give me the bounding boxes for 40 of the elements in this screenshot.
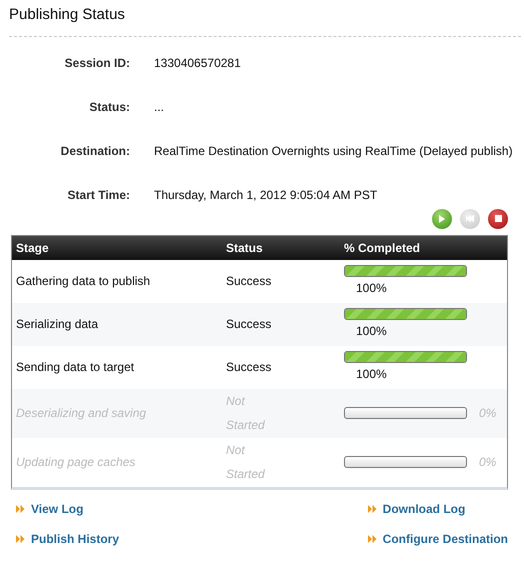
- table-cell-text: Success: [226, 316, 272, 333]
- percent-label: 0%: [479, 454, 496, 471]
- double-arrow-icon: [16, 504, 25, 512]
- table-cell-text: Updating page caches: [15, 454, 136, 471]
- table-cell-text: Sending data to target: [15, 359, 136, 376]
- percent-label: 100%: [356, 323, 388, 340]
- table-cell-text: Gathering data to publish: [15, 273, 152, 290]
- rewind-icon: [466, 215, 474, 222]
- link[interactable]: View Log: [16, 500, 368, 518]
- field-value: ...: [154, 98, 164, 116]
- field-value: 1330406570281: [154, 54, 241, 72]
- percent-label: 100%: [356, 366, 388, 383]
- double-arrow-icon: [368, 504, 377, 512]
- page-title: Publishing Status: [9, 5, 126, 25]
- table-cell-text: Deserializing and saving: [15, 405, 148, 422]
- percent-label: 0%: [479, 405, 496, 422]
- link[interactable]: Configure Destination: [368, 530, 508, 548]
- column-header: Stage: [15, 240, 50, 256]
- field-label: Start Time:: [66, 186, 130, 204]
- column-header: Status: [226, 240, 264, 256]
- field-label: Status:: [88, 98, 130, 116]
- field-value: Thursday, March 1, 2012 9:05:04 AM PST: [154, 186, 378, 204]
- percent-label: 100%: [356, 280, 388, 297]
- play-button[interactable]: [432, 208, 452, 228]
- stop-icon: [494, 215, 502, 222]
- link[interactable]: Download Log: [368, 500, 508, 518]
- stop-button[interactable]: [488, 208, 508, 228]
- table-cell-text: Success: [226, 273, 272, 290]
- field-value: RealTime Destination Overnights using RealTime (Delayed publish): [154, 142, 513, 160]
- table-cell-text: Success: [226, 359, 272, 376]
- column-header: % Completed: [344, 240, 422, 256]
- link[interactable]: Publish History: [16, 530, 368, 548]
- double-arrow-icon: [368, 534, 377, 542]
- table-cell-text: Not Started: [226, 393, 266, 434]
- field-label: Destination:: [60, 142, 130, 160]
- double-arrow-icon: [16, 534, 25, 542]
- table-cell-text: Serializing data: [15, 316, 100, 333]
- field-label: Session ID:: [64, 54, 130, 72]
- table-cell-text: Not Started: [226, 442, 266, 483]
- play-icon: [439, 214, 445, 222]
